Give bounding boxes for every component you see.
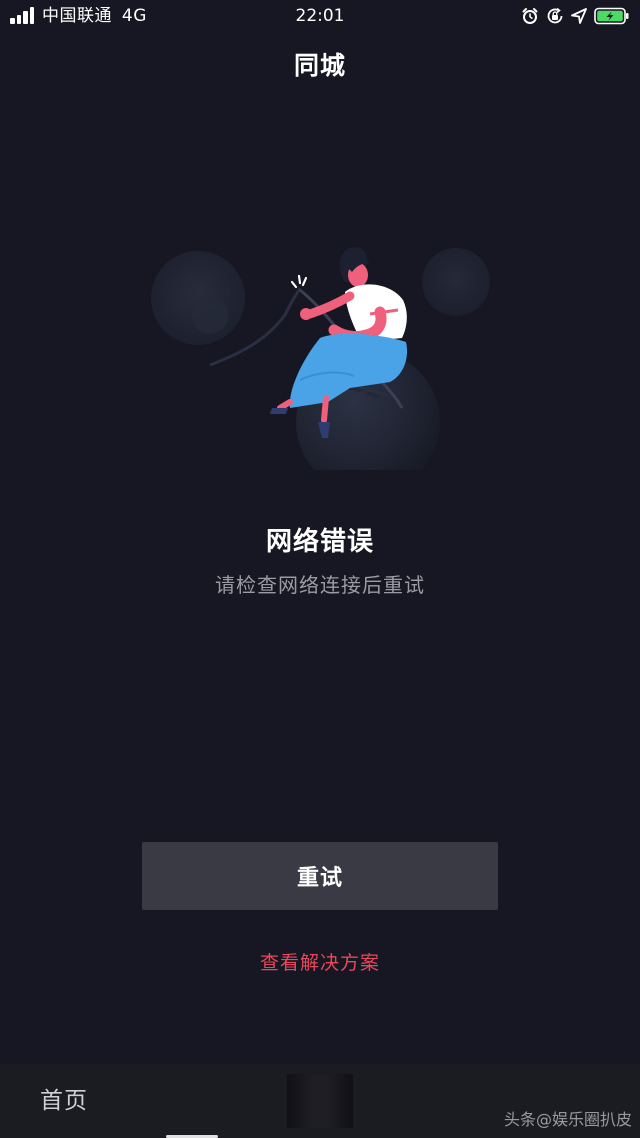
- tab-home[interactable]: 首页: [40, 1085, 88, 1117]
- error-subtitle: 请检查网络连接后重试: [215, 573, 425, 597]
- status-icons: [521, 5, 630, 27]
- orientation-lock-icon: [547, 7, 563, 24]
- spark-icon: [290, 274, 308, 289]
- retry-button[interactable]: 重试: [142, 842, 498, 910]
- bubble-right: [422, 248, 490, 316]
- network-error-illustration: [151, 247, 490, 470]
- bubble-left: [151, 251, 245, 345]
- status-bar: 中国联通 4G 22:01: [0, 0, 640, 32]
- error-title: 网络错误: [265, 527, 374, 557]
- location-icon: [571, 8, 587, 24]
- tab-center-placeholder[interactable]: [287, 1074, 353, 1128]
- page-title: 同城: [293, 51, 346, 80]
- alarm-icon: [522, 8, 538, 24]
- bubble-left-inner: [192, 298, 228, 334]
- view-solution-link[interactable]: 查看解决方案: [0, 948, 640, 978]
- battery-icon: [594, 7, 629, 25]
- watermark-text: 头条@娱乐圈扒皮: [503, 1110, 632, 1129]
